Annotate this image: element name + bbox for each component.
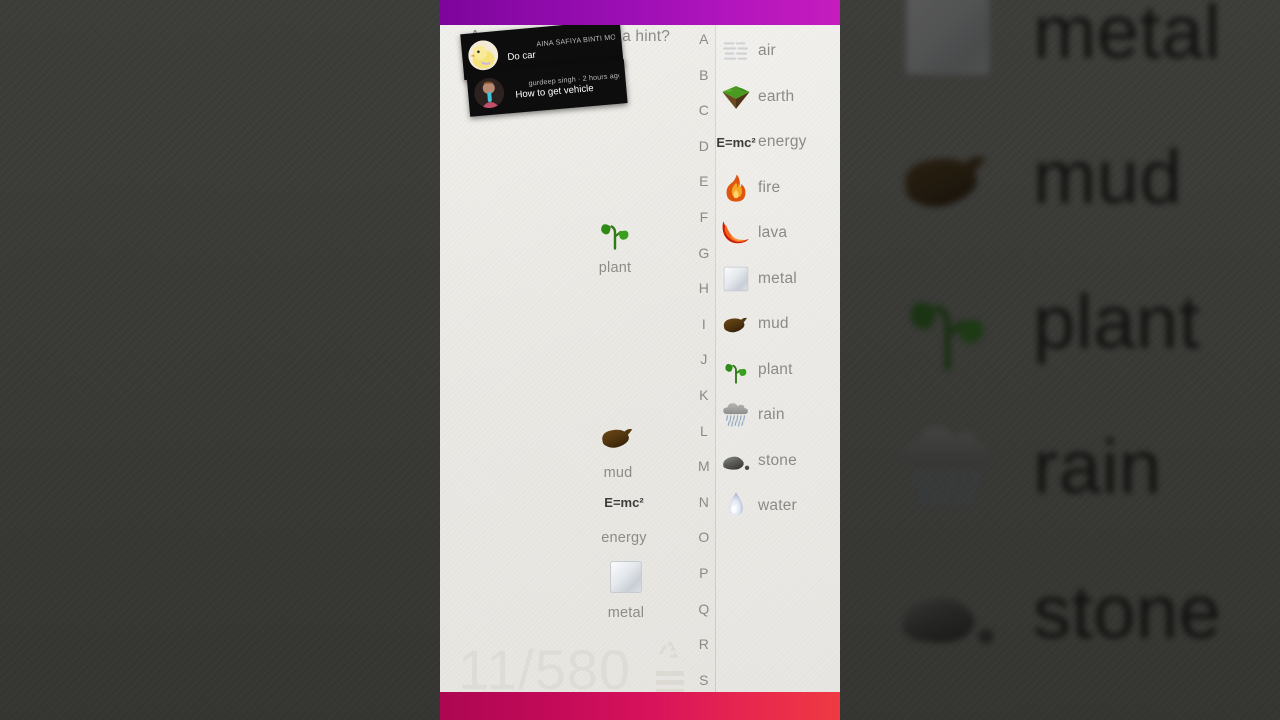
element-list-item-label: metal [758, 269, 797, 287]
element-list-item[interactable]: lava [715, 216, 840, 250]
rain-icon [719, 398, 753, 432]
water-icon [719, 489, 753, 523]
workspace-element[interactable]: plant [555, 210, 675, 276]
element-list-item-label: fire [758, 178, 781, 196]
workspace-element[interactable]: metal [566, 555, 686, 621]
alphabet-index-letter[interactable]: O [694, 529, 714, 545]
element-list-item[interactable]: metal [715, 262, 840, 296]
mud-icon [719, 307, 753, 341]
energy-icon-text: E=mc² [604, 494, 644, 510]
person-avatar [473, 77, 506, 110]
element-list-item-label: lava [758, 224, 788, 241]
plant-icon [719, 353, 753, 387]
alphabet-index-letter[interactable]: H [694, 280, 714, 296]
workspace-element-label: energy [601, 530, 647, 546]
element-list-item-label: mud [758, 315, 789, 332]
element-list-item[interactable]: rain [715, 398, 840, 432]
element-list-item-label: rain [758, 406, 785, 423]
element-list-item-label: plant [758, 360, 793, 378]
stone-icon [719, 444, 753, 478]
workspace-element[interactable]: E=mc² energy [564, 480, 684, 547]
fire-icon [719, 171, 753, 205]
workspace-element-label: plant [598, 260, 632, 276]
alphabet-index-letter[interactable]: P [694, 565, 714, 581]
duck-avatar [467, 39, 500, 72]
workspace-element[interactable]: mud [558, 415, 678, 481]
metal-icon [719, 262, 753, 296]
mud-icon [595, 415, 641, 459]
alphabet-index-letter[interactable]: K [694, 387, 714, 403]
recycle-icon[interactable] [657, 638, 683, 662]
metal-icon [603, 555, 649, 599]
workspace-element-label: mud [603, 465, 633, 481]
element-list-item-label: water [758, 497, 797, 514]
lava-icon [719, 216, 753, 250]
energy-icon: E=mc² [601, 480, 647, 524]
alphabet-index-letter[interactable]: J [694, 351, 714, 367]
workspace-element-label: metal [607, 605, 645, 621]
bottom-progress-bar [440, 692, 840, 720]
alphabet-index-letter[interactable]: G [694, 245, 714, 261]
workspace-tools [656, 638, 684, 698]
plant-icon [592, 210, 638, 254]
top-status-bar [440, 0, 840, 25]
alphabet-index-letter[interactable]: L [694, 423, 714, 439]
alphabet-index-letter[interactable]: N [694, 494, 714, 510]
alphabet-index-letter[interactable]: F [694, 209, 714, 225]
element-list-item[interactable]: stone [715, 444, 840, 478]
alphabet-index-letter[interactable]: R [694, 636, 714, 652]
element-list-item-label: stone [758, 451, 797, 469]
alphabet-index-letter[interactable]: E [694, 173, 714, 189]
element-list-item[interactable]: water [715, 489, 840, 523]
element-list-item[interactable]: fire [715, 171, 840, 205]
game-screen: Are you stuck? Need a hint? plant mudE=m… [440, 0, 840, 720]
element-list-item[interactable]: mud [715, 307, 840, 341]
alphabet-index-letter[interactable]: I [694, 316, 714, 332]
element-list-item[interactable]: plant [715, 353, 840, 387]
element-counter: 11/580 [458, 638, 632, 701]
alphabet-index-letter[interactable]: S [694, 672, 714, 688]
alphabet-index-letter[interactable]: M [694, 458, 714, 474]
alphabet-index-letter[interactable]: Q [694, 601, 714, 617]
